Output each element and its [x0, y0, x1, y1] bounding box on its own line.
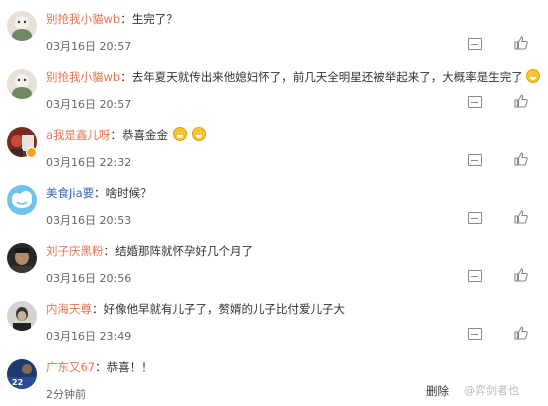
- avatar[interactable]: [7, 301, 37, 331]
- reply-icon[interactable]: [468, 270, 482, 282]
- avatar[interactable]: [7, 185, 37, 215]
- comment-text: 好像他早就有儿子了，赘婿的儿子比付爱儿子大: [103, 302, 346, 316]
- avatar[interactable]: [7, 69, 37, 99]
- comment-time: 03月16日 20:57: [46, 98, 132, 111]
- reply-icon[interactable]: [468, 328, 482, 340]
- username-link[interactable]: 广东又67: [46, 360, 95, 374]
- comment-time: 03月16日 23:49: [46, 330, 132, 343]
- like-icon[interactable]: [514, 36, 528, 50]
- comment-item: 美食Jia要：啥时候？ 03月16日 20:53: [0, 174, 548, 232]
- username-link[interactable]: 内海天尊: [46, 302, 92, 316]
- comment-time: 03月16日 20:57: [46, 40, 132, 53]
- comment-line: 别抢我小貓wb：生完了？: [46, 12, 178, 26]
- reply-icon[interactable]: [468, 212, 482, 224]
- username-link[interactable]: 别抢我小貓wb: [46, 12, 120, 26]
- comment-time: 03月16日 20:56: [46, 272, 132, 285]
- comment-item: a我是鑫儿呀：恭喜金金 03月16日 22:32: [0, 116, 548, 174]
- grin-emoji-icon: [173, 127, 188, 141]
- username-link[interactable]: a我是鑫儿呀: [46, 128, 111, 142]
- comment-item: 别抢我小貓wb：生完了？ 03月16日 20:57: [0, 0, 548, 58]
- username-link[interactable]: 刘子庆黑粉: [46, 244, 104, 258]
- comment-text: 恭喜金金: [122, 128, 169, 142]
- like-icon[interactable]: [514, 268, 528, 282]
- comment-text: 啥时候？: [105, 186, 152, 200]
- comment-text: 恭喜！！: [106, 360, 153, 374]
- comment-line: 别抢我小貓wb：去年夏天就传出来他媳妇怀了，前几天全明星还被举起来了，大概率是生…: [46, 69, 540, 85]
- like-icon[interactable]: [514, 326, 528, 340]
- laugh-cry-emoji-icon: [525, 69, 540, 83]
- reply-icon[interactable]: [468, 96, 482, 108]
- delete-link[interactable]: 删除: [426, 383, 449, 399]
- avatar[interactable]: 22: [7, 359, 37, 389]
- like-icon[interactable]: [514, 152, 528, 166]
- username-link[interactable]: 别抢我小貓wb: [46, 70, 120, 84]
- avatar[interactable]: [7, 11, 37, 41]
- watermark-text: @弈剑者也: [464, 384, 519, 397]
- comment-time: 2分钟前: [46, 388, 86, 401]
- comment-line: 广东又67：恭喜！！: [46, 360, 153, 374]
- reply-icon[interactable]: [468, 38, 482, 50]
- comment-text: 去年夏天就传出来他媳妇怀了，前几天全明星还被举起来了，大概率是生完了: [131, 70, 523, 84]
- comment-item: 刘子庆黑粉：结婚那阵就怀孕好几个月了 03月16日 20:56: [0, 232, 548, 290]
- like-icon[interactable]: [514, 94, 528, 108]
- comment-text: 结婚那阵就怀孕好几个月了: [115, 244, 253, 258]
- avatar[interactable]: [7, 243, 37, 273]
- like-icon[interactable]: [514, 210, 528, 224]
- username-link[interactable]: 美食Jia要: [46, 186, 94, 200]
- svg-text:22: 22: [12, 378, 23, 387]
- comment-line: 刘子庆黑粉：结婚那阵就怀孕好几个月了: [46, 244, 253, 258]
- verified-badge-icon: [26, 147, 37, 158]
- grin-emoji-icon: [192, 127, 207, 141]
- comment-text: 生完了？: [131, 12, 178, 26]
- comment-time: 03月16日 22:32: [46, 156, 132, 169]
- comment-item: 内海天尊：好像他早就有儿子了，赘婿的儿子比付爱儿子大 03月16日 23:49: [0, 290, 548, 348]
- comment-line: a我是鑫儿呀：恭喜金金: [46, 127, 207, 143]
- comment-line: 内海天尊：好像他早就有儿子了，赘婿的儿子比付爱儿子大: [46, 302, 346, 316]
- comment-item: 别抢我小貓wb：去年夏天就传出来他媳妇怀了，前几天全明星还被举起来了，大概率是生…: [0, 58, 548, 116]
- comment-line: 美食Jia要：啥时候？: [46, 186, 152, 200]
- reply-icon[interactable]: [468, 154, 482, 166]
- comment-time: 03月16日 20:53: [46, 214, 132, 227]
